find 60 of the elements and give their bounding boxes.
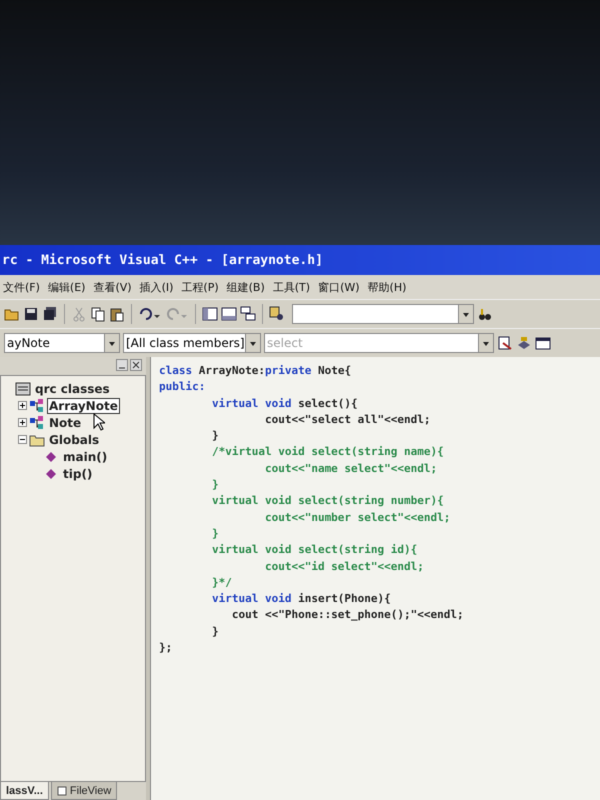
code-line: }*/: [210, 574, 233, 591]
code-line: cout<<"number select"<<endl;: [264, 510, 452, 526]
code-line: }: [210, 428, 220, 444]
tree-item[interactable]: tip(): [61, 466, 94, 482]
menu-item[interactable]: 插入(I): [136, 278, 176, 296]
panel-tab[interactable]: lassV...: [0, 782, 49, 800]
code-line: cout<<"id select"<<endl;: [264, 558, 425, 575]
code-line: }: [210, 477, 220, 494]
window-title: rc - Microsoft Visual C++ - [arraynote.h]: [2, 252, 323, 268]
caret-icon[interactable]: [104, 334, 119, 352]
code-line: class ArrayNote:private Note{: [159, 363, 352, 379]
minimize-icon[interactable]: [116, 359, 128, 371]
menu-item[interactable]: 工程(P): [178, 278, 222, 296]
code-line: /*virtual void select(string name){: [210, 444, 445, 460]
code-editor[interactable]: [150, 357, 600, 800]
menu-item[interactable]: 文件(F): [0, 278, 43, 296]
undo-icon[interactable]: [138, 306, 162, 322]
copy-icon[interactable]: [90, 306, 106, 322]
code-line: virtual void select(string number){: [210, 493, 445, 510]
menu-item[interactable]: 窗口(W): [315, 278, 363, 296]
windows-list-icon[interactable]: [240, 306, 256, 322]
caret-icon[interactable]: [245, 334, 260, 352]
menu-item[interactable]: 查看(V): [90, 278, 135, 296]
menu-item[interactable]: 组建(B): [224, 278, 268, 296]
caret-icon[interactable]: [458, 305, 473, 323]
tree-item[interactable]: Note: [47, 414, 84, 430]
binoculars-icon[interactable]: [477, 306, 493, 322]
code-line: cout <<"Phone::set_phone();"<<endl;: [230, 607, 465, 624]
tree-item[interactable]: main(): [61, 448, 110, 464]
mouse-cursor-icon: [93, 413, 105, 431]
menu-item[interactable]: 工具(T): [270, 278, 314, 296]
workspace-icon[interactable]: [202, 306, 218, 322]
output-window-icon[interactable]: [221, 306, 237, 322]
menu-item[interactable]: 编辑(E): [44, 278, 88, 296]
code-line: public:: [159, 379, 206, 396]
menu-item[interactable]: 帮助(H): [364, 278, 410, 296]
paste-icon[interactable]: [109, 306, 125, 322]
filter-combo[interactable]: [All class members]: [123, 333, 261, 353]
panel-tab[interactable]: FileView: [50, 782, 118, 800]
code-line: }: [210, 526, 220, 542]
code-line: virtual void select(){: [210, 396, 359, 412]
save-all-icon[interactable]: [42, 306, 58, 322]
class-combo[interactable]: ayNote: [4, 333, 120, 353]
code-line: virtual void insert(Phone){: [210, 591, 392, 608]
code-line: virtual void select(string id){: [210, 542, 418, 558]
tree-item[interactable]: ArrayNote: [47, 398, 120, 414]
expand-icon[interactable]: [18, 401, 27, 410]
expand-icon[interactable]: [18, 418, 27, 427]
collapse-icon[interactable]: [18, 435, 27, 444]
close-icon[interactable]: [130, 359, 142, 371]
tree-item[interactable]: qrc classes: [33, 380, 112, 396]
calendar-icon[interactable]: [535, 335, 551, 351]
tree-item[interactable]: Globals: [47, 432, 102, 448]
code-line: };: [159, 640, 174, 656]
code-line: cout<<"name select"<<endl;: [264, 460, 438, 477]
file-icon: [56, 786, 67, 796]
code-line: cout<<"select all"<<endl;: [264, 412, 432, 428]
save-icon[interactable]: [23, 306, 39, 322]
classes-icon: [15, 380, 31, 396]
code-line: }: [210, 624, 220, 640]
